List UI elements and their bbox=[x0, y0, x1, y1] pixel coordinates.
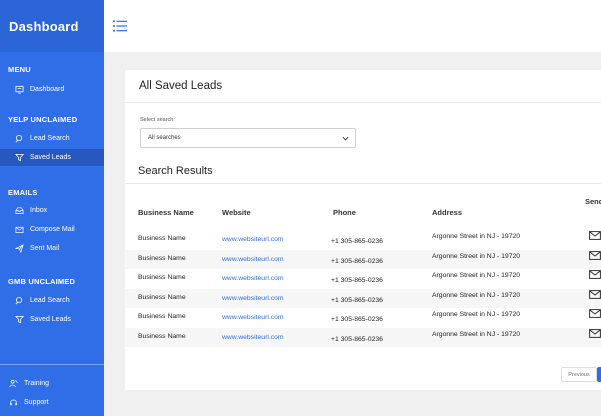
menu-list-icon[interactable] bbox=[113, 20, 127, 32]
previous-page-button[interactable]: Previous bbox=[561, 367, 597, 382]
send-icon bbox=[15, 244, 24, 253]
business-name-cell: Business Name bbox=[138, 274, 186, 281]
next-page-button[interactable] bbox=[597, 367, 601, 382]
chevron-down-icon bbox=[342, 136, 349, 141]
sidebar-item-label: Dashboard bbox=[30, 86, 65, 93]
sidebar-item-gmb-saved-leads[interactable]: Saved Leads bbox=[0, 311, 104, 328]
saved-leads-card: All Saved Leads Select search: All searc… bbox=[125, 70, 601, 390]
sidebar-item-support[interactable]: Support bbox=[0, 394, 104, 411]
sidebar-item-label: Sent Mail bbox=[30, 245, 60, 252]
search-select-value: All searches bbox=[148, 135, 181, 141]
website-link[interactable]: www.websiteurl.com bbox=[222, 334, 284, 341]
phone-cell: +1 305-865-0236 bbox=[331, 336, 383, 343]
website-link[interactable]: www.websiteurl.com bbox=[222, 256, 284, 263]
column-header-send-email: Send Email bbox=[585, 197, 601, 206]
sidebar-item-label: Saved Leads bbox=[30, 154, 71, 161]
section-title-yelp: YELP UNCLAIMED bbox=[8, 115, 78, 124]
phone-cell: +1 305-865-0236 bbox=[331, 277, 383, 284]
website-link[interactable]: www.websiteurl.com bbox=[222, 295, 284, 302]
sidebar-item-label: Training bbox=[24, 380, 50, 387]
dashboard-icon bbox=[15, 85, 24, 94]
table-row: Business Name www.websiteurl.com +1 305-86… bbox=[125, 289, 601, 308]
sidebar-item-inbox[interactable]: Inbox bbox=[0, 202, 104, 219]
column-header-phone: Phone bbox=[333, 208, 356, 217]
column-header-address: Address bbox=[432, 208, 463, 217]
table-row: Business Name www.websiteurl.com +1 305-86… bbox=[125, 250, 601, 269]
business-name-cell: Business Name bbox=[138, 235, 186, 242]
results-title: Search Results bbox=[138, 165, 213, 177]
sidebar: Dashboard MENU Dashboard YELP UNCLAIMED … bbox=[0, 0, 104, 416]
phone-cell: +1 305-865-0236 bbox=[331, 258, 383, 265]
section-title-menu: MENU bbox=[8, 65, 31, 74]
address-cell: Argonne Street in NJ - 19720 bbox=[432, 253, 521, 260]
search-icon bbox=[15, 134, 23, 143]
column-header-website: Website bbox=[222, 208, 251, 217]
table-row: Business Name www.websiteurl.com +1 305-86… bbox=[125, 308, 601, 327]
phone-cell: +1 305-865-0236 bbox=[331, 316, 383, 323]
divider bbox=[125, 102, 601, 103]
sidebar-item-compose-mail[interactable]: Compose Mail bbox=[0, 221, 104, 238]
sidebar-item-yelp-saved-leads[interactable]: Saved Leads bbox=[0, 149, 104, 166]
business-name-cell: Business Name bbox=[138, 333, 186, 340]
send-email-icon[interactable] bbox=[589, 231, 601, 240]
table-row: Business Name www.websiteurl.com +1 305-86… bbox=[125, 328, 601, 347]
business-name-cell: Business Name bbox=[138, 313, 186, 320]
table-row: Business Name www.websiteurl.com +1 305-86… bbox=[125, 269, 601, 288]
section-title-emails: EMAILS bbox=[8, 188, 38, 197]
page-title: All Saved Leads bbox=[139, 80, 223, 92]
column-header-business: Business Name bbox=[138, 208, 194, 217]
training-icon bbox=[9, 379, 18, 388]
topbar bbox=[104, 0, 601, 52]
address-cell: Argonne Street in NJ - 19720 bbox=[432, 311, 521, 318]
phone-cell: +1 305-865-0236 bbox=[331, 238, 383, 245]
sidebar-divider bbox=[0, 364, 104, 365]
sidebar-item-label: Saved Leads bbox=[30, 316, 71, 323]
address-cell: Argonne Street in NJ - 19720 bbox=[432, 272, 521, 279]
sidebar-item-dashboard[interactable]: Dashboard bbox=[0, 81, 104, 98]
address-cell: Argonne Street in NJ - 19720 bbox=[432, 233, 521, 240]
sidebar-item-yelp-lead-search[interactable]: Lead Search bbox=[0, 130, 104, 147]
business-name-cell: Business Name bbox=[138, 255, 186, 262]
website-link[interactable]: www.websiteurl.com bbox=[222, 236, 284, 243]
website-link[interactable]: www.websiteurl.com bbox=[222, 275, 284, 282]
search-icon bbox=[15, 296, 23, 305]
divider bbox=[125, 183, 601, 184]
support-icon bbox=[10, 399, 17, 406]
sidebar-item-label: Inbox bbox=[30, 207, 48, 214]
filter-icon bbox=[15, 315, 24, 324]
sidebar-item-label: Support bbox=[24, 399, 49, 406]
send-email-icon[interactable] bbox=[589, 329, 601, 338]
inbox-icon bbox=[15, 207, 24, 215]
website-link[interactable]: www.websiteurl.com bbox=[222, 314, 284, 321]
address-cell: Argonne Street in NJ - 19720 bbox=[432, 292, 521, 299]
send-email-icon[interactable] bbox=[589, 270, 601, 279]
address-cell: Argonne Street in NJ - 19720 bbox=[432, 331, 521, 338]
send-email-icon[interactable] bbox=[589, 309, 601, 318]
table-row: Business Name www.websiteurl.com +1 305-86… bbox=[125, 230, 601, 249]
compose-icon bbox=[15, 226, 24, 234]
sidebar-item-label: Lead Search bbox=[30, 135, 70, 142]
search-select[interactable]: All searches bbox=[140, 128, 356, 148]
sidebar-item-training[interactable]: Training bbox=[0, 375, 104, 392]
filter-icon bbox=[15, 153, 24, 162]
sidebar-item-label: Compose Mail bbox=[30, 226, 75, 233]
phone-cell: +1 305-865-0236 bbox=[331, 297, 383, 304]
section-title-gmb: GMB UNCLAIMED bbox=[8, 277, 76, 286]
brand-title: Dashboard bbox=[0, 0, 104, 52]
select-search-label: Select search: bbox=[140, 117, 175, 123]
send-email-icon[interactable] bbox=[589, 290, 601, 299]
send-email-icon[interactable] bbox=[589, 251, 601, 260]
sidebar-item-label: Lead Search bbox=[30, 297, 70, 304]
business-name-cell: Business Name bbox=[138, 294, 186, 301]
sidebar-item-gmb-lead-search[interactable]: Lead Search bbox=[0, 292, 104, 309]
sidebar-item-sent-mail[interactable]: Sent Mail bbox=[0, 240, 104, 257]
